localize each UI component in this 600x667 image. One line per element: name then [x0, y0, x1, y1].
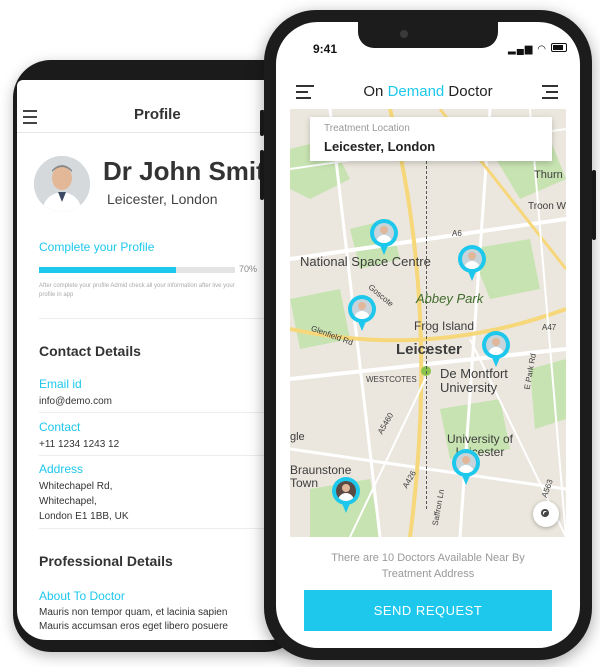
- page-title: Profile: [134, 106, 181, 123]
- profile-header: Profile Ed: [17, 102, 299, 132]
- available-doctors-text: There are 10 Doctors Available Near By T…: [331, 552, 525, 580]
- header-divider: [17, 132, 299, 133]
- profile-progress-note: After complete your profile Admid check …: [39, 283, 235, 298]
- field-divider: [39, 412, 299, 413]
- profile-progress-percent: 70%: [239, 264, 258, 274]
- doctor-pin-icon[interactable]: [348, 295, 376, 331]
- doctor-location: Leicester, London: [107, 191, 218, 207]
- doctor-pin-icon[interactable]: [452, 449, 480, 485]
- profile-progress-fill: [39, 267, 177, 273]
- doctor-pin-icon[interactable]: [370, 219, 398, 255]
- map-label: A47: [542, 323, 557, 332]
- doctor-pin-icon[interactable]: [458, 245, 486, 281]
- map-label: Troon W: [528, 201, 566, 212]
- section-divider: [39, 528, 299, 529]
- treatment-location-label: Treatment Location: [324, 123, 410, 134]
- email-label: Email id: [39, 377, 82, 391]
- status-time: 9:41: [313, 42, 338, 56]
- map-label: gle: [290, 431, 305, 443]
- doctor-pin-icon[interactable]: [332, 477, 360, 513]
- map-screen: 9:41 ▂▄▆ ◠ On Demand Doctor Treatment Lo…: [276, 22, 580, 648]
- map-label: A6: [452, 229, 462, 238]
- map-label: National Space Centre: [300, 254, 431, 269]
- app-title-part: On: [363, 83, 388, 100]
- about-line: Mauris accumsan eros eget libero posuere: [39, 621, 228, 632]
- contact-label: Contact: [39, 420, 81, 434]
- hamburger-menu-icon[interactable]: [23, 110, 37, 128]
- about-doctor-label: About To Doctor: [39, 589, 125, 603]
- about-doctor-text: Mauris non tempor quam, et lacinia sapie…: [39, 606, 299, 634]
- send-request-button[interactable]: SEND REQUEST: [304, 590, 552, 631]
- wifi-icon: ◠: [537, 44, 547, 55]
- status-icons: ▂▄▆ ◠: [508, 43, 567, 55]
- app-title-accent: Demand: [387, 83, 445, 100]
- notch: [358, 22, 498, 48]
- android-phone-frame: Profile Ed Dr John Smith Leicester, Lond…: [13, 60, 303, 652]
- route-line: [426, 161, 427, 509]
- email-value: info@demo.com: [39, 396, 112, 407]
- app-title-part: Doctor: [444, 83, 493, 100]
- iphone-frame: 9:41 ▂▄▆ ◠ On Demand Doctor Treatment Lo…: [264, 10, 592, 660]
- section-divider: [39, 318, 299, 319]
- map-label: Leicester: [396, 341, 462, 358]
- map-view[interactable]: Treatment Location Leicester, London Thu…: [290, 109, 566, 537]
- complete-profile-link[interactable]: Complete your Profile: [39, 240, 154, 254]
- map-label: De Montfort University: [440, 366, 508, 395]
- battery-icon: [550, 43, 567, 52]
- map-label: Frog Island: [414, 319, 475, 333]
- about-line: Mauris non tempor quam, et lacinia sapie…: [39, 607, 228, 618]
- field-divider: [39, 455, 299, 456]
- profile-screen: Profile Ed Dr John Smith Leicester, Lond…: [17, 80, 299, 640]
- address-label: Address: [39, 462, 84, 476]
- professional-details-heading: Professional Details: [39, 553, 173, 569]
- map-label: WESTCOTES: [366, 375, 417, 384]
- doctor-avatar: [34, 156, 90, 212]
- doctor-name: Dr John Smith: [103, 156, 281, 186]
- power-button: [592, 170, 596, 240]
- map-label: Abbey Park: [416, 291, 484, 306]
- treatment-location-value: Leicester, London: [324, 139, 436, 154]
- locate-me-icon[interactable]: [533, 501, 559, 527]
- app-title: On Demand Doctor: [276, 83, 580, 100]
- contact-value: +11 1234 1243 12: [39, 439, 120, 450]
- profile-progress-bar: [39, 267, 235, 273]
- contact-details-heading: Contact Details: [39, 343, 141, 359]
- doctor-pin-icon[interactable]: [482, 331, 510, 367]
- signal-icon: ▂▄▆: [508, 44, 534, 55]
- treatment-location-card[interactable]: Treatment Location Leicester, London: [310, 117, 552, 161]
- address-value: Whitechapel Rd, Whitechapel, London E1 1…: [39, 481, 129, 522]
- map-label: Thurn: [534, 169, 563, 181]
- list-menu-icon[interactable]: [542, 85, 558, 103]
